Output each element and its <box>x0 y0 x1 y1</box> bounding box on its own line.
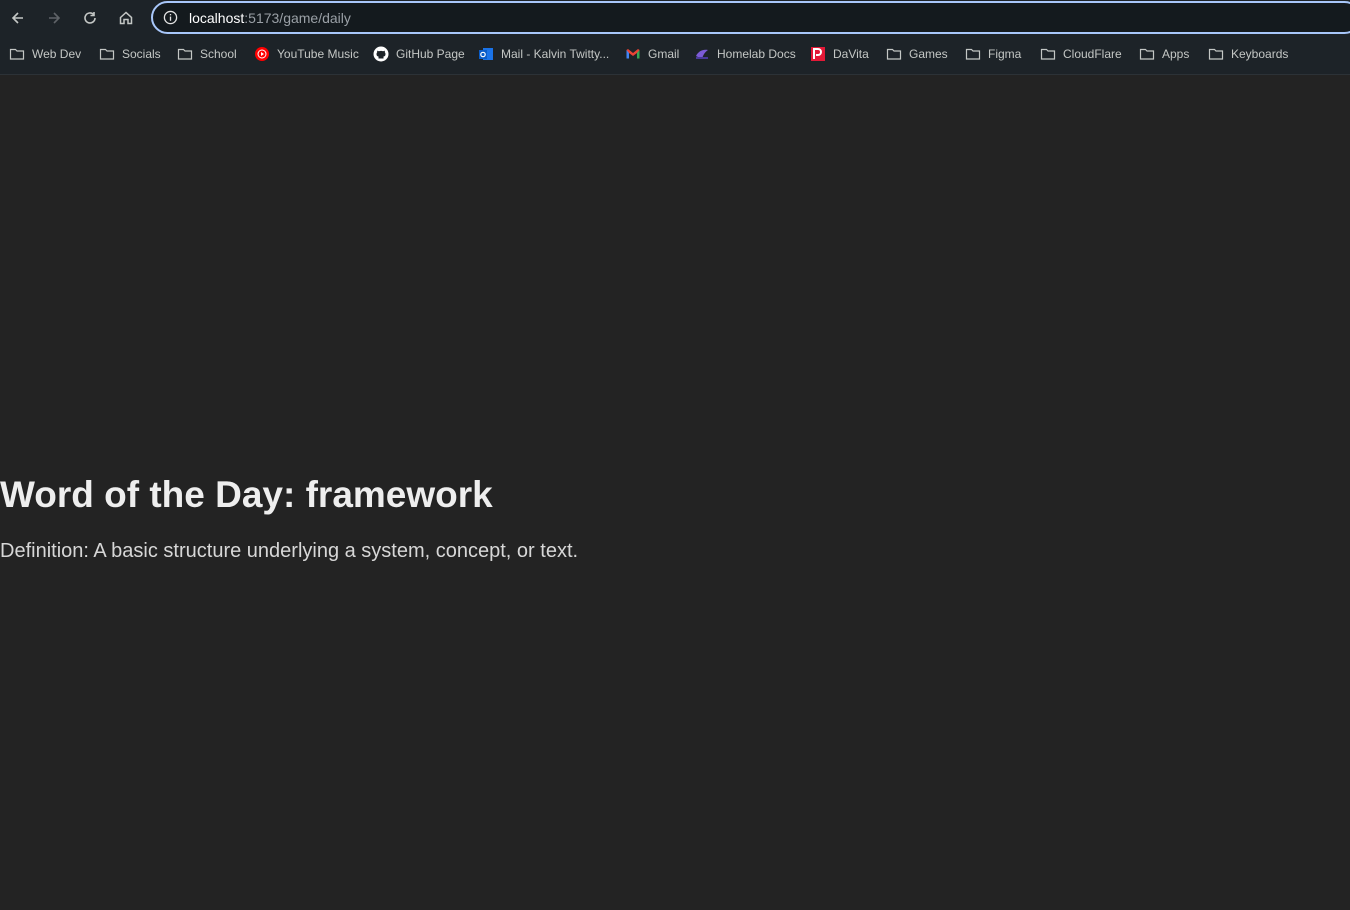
bookmark-youtube-music[interactable]: YouTube Music <box>254 42 359 66</box>
gmail-icon <box>625 46 641 62</box>
back-arrow-icon <box>11 12 23 24</box>
address-bar[interactable]: localhost:5173/game/daily <box>151 1 1350 34</box>
bookmark-davita[interactable]: DaVita <box>810 42 869 66</box>
page-title: Word of the Day: framework <box>0 474 493 515</box>
bookmark-label: Games <box>909 47 948 61</box>
bookmark-label: DaVita <box>833 47 869 61</box>
bookmark-label: Socials <box>122 47 161 61</box>
folder-icon <box>1208 46 1224 62</box>
bookmark-socials[interactable]: Socials <box>99 42 161 66</box>
bookmark-school[interactable]: School <box>177 42 237 66</box>
forward-arrow-icon <box>49 12 61 24</box>
bookmark-figma[interactable]: Figma <box>965 42 1021 66</box>
bookmark-label: Keyboards <box>1231 47 1289 61</box>
url-path: :5173/game/daily <box>244 10 351 26</box>
bookmark-homelab-docs[interactable]: Homelab Docs <box>694 42 796 66</box>
folder-icon <box>99 46 115 62</box>
folder-icon <box>1040 46 1056 62</box>
home-button[interactable] <box>112 4 140 32</box>
bookmark-games[interactable]: Games <box>886 42 948 66</box>
bookmark-label: YouTube Music <box>277 47 359 61</box>
bookmark-label: Gmail <box>648 47 680 61</box>
github-icon <box>373 46 389 62</box>
folder-icon <box>177 46 193 62</box>
bookmark-label: Mail - Kalvin Twitty... <box>501 47 610 61</box>
folder-icon <box>886 46 902 62</box>
bookmark-label: Web Dev <box>32 47 82 61</box>
back-button[interactable] <box>4 4 32 32</box>
bookmark-cloudflare[interactable]: CloudFlare <box>1040 42 1122 66</box>
site-info-icon[interactable] <box>163 10 178 25</box>
reload-button[interactable] <box>76 4 104 32</box>
bookmark-apps[interactable]: Apps <box>1139 42 1189 66</box>
bookmark-label: School <box>200 47 237 61</box>
forward-button[interactable] <box>40 4 68 32</box>
bookmark-web-dev[interactable]: Web Dev <box>9 42 81 66</box>
bookmark-label: CloudFlare <box>1063 47 1122 61</box>
davita-icon <box>810 46 826 62</box>
bookmark-label: Apps <box>1162 47 1190 61</box>
word-definition: Definition: A basic structure underlying… <box>0 540 579 562</box>
bookmark-keyboards[interactable]: Keyboards <box>1208 42 1288 66</box>
folder-icon <box>1139 46 1155 62</box>
bookmark-label: Homelab Docs <box>717 47 796 61</box>
home-icon <box>119 11 133 25</box>
homelab-icon <box>694 46 710 62</box>
bookmark-github-page[interactable]: GitHub Page <box>373 42 465 66</box>
bookmark-gmail[interactable]: Gmail <box>625 42 679 66</box>
bookmark-label: Figma <box>988 47 1022 61</box>
url-host: localhost <box>189 10 245 26</box>
bookmark-mail[interactable]: Mail - Kalvin Twitty... <box>478 42 609 66</box>
folder-icon <box>9 46 25 62</box>
page-content: Word of the Day: framework Definition: A… <box>0 76 1350 910</box>
browser-toolbar: localhost:5173/game/daily Web Dev Social… <box>0 0 1350 75</box>
outlook-icon <box>478 46 494 62</box>
reload-icon <box>84 12 96 24</box>
folder-icon <box>965 46 981 62</box>
bookmarks-bar: Web Dev Socials School YouTube Music Git… <box>0 42 1350 66</box>
youtube-music-icon <box>254 46 270 62</box>
bookmark-label: GitHub Page <box>396 47 465 61</box>
url-text[interactable]: localhost:5173/game/daily <box>189 10 351 26</box>
